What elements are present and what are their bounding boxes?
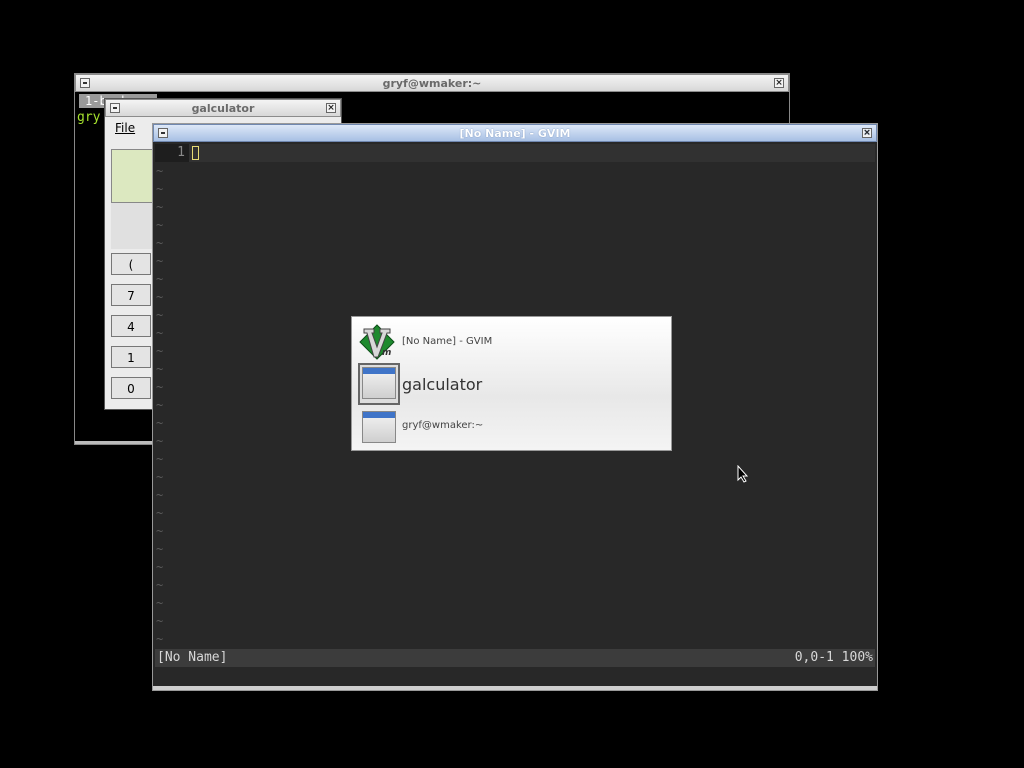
current-line-highlight[interactable]: [155, 144, 875, 162]
calc-button-4[interactable]: 4: [111, 315, 151, 337]
calculator-display: [111, 149, 157, 203]
switcher-label-terminal: gryf@wmaker:~: [402, 420, 484, 431]
minimize-icon[interactable]: [110, 103, 120, 113]
switcher-label-gvim: [No Name] - GVIM: [402, 336, 493, 347]
calc-button-7[interactable]: 7: [111, 284, 151, 306]
line-number: 1: [155, 144, 189, 162]
terminal-title: gryf@wmaker:~: [382, 77, 482, 90]
close-icon[interactable]: ×: [774, 78, 784, 88]
minimize-icon[interactable]: [80, 78, 90, 88]
gvim-title: [No Name] - GVIM: [459, 127, 571, 140]
status-position: 0,0-1 100%: [794, 650, 873, 665]
empty-line-markers: ~ ~ ~ ~ ~ ~ ~ ~ ~ ~ ~ ~ ~ ~ ~ ~ ~ ~ ~ ~ …: [156, 164, 164, 646]
terminal-scrollbar[interactable]: [75, 441, 153, 444]
window-switcher: m [No Name] - GVIM galculator gryf@wmake…: [351, 316, 672, 451]
mouse-pointer-icon: [737, 465, 749, 483]
terminal-prompt: gry: [77, 110, 101, 125]
menu-file[interactable]: File: [115, 121, 135, 135]
text-cursor: [192, 146, 199, 160]
switcher-label-galculator: galculator: [402, 375, 483, 394]
switcher-item-galculator[interactable]: galculator: [358, 363, 665, 407]
status-filename: [No Name]: [157, 650, 228, 665]
gvim-scrollbar[interactable]: [153, 686, 877, 690]
calc-button-1[interactable]: 1: [111, 346, 151, 368]
switcher-item-gvim[interactable]: m [No Name] - GVIM: [358, 323, 665, 363]
gvim-titlebar[interactable]: [No Name] - GVIM ×: [153, 124, 877, 142]
galculator-title: galculator: [191, 102, 255, 115]
close-icon[interactable]: ×: [862, 128, 872, 138]
switcher-item-terminal[interactable]: gryf@wmaker:~: [358, 407, 665, 447]
calc-button-0[interactable]: 0: [111, 377, 151, 399]
calc-button-paren[interactable]: (: [111, 253, 151, 275]
window-icon: [358, 407, 396, 445]
svg-text:m: m: [382, 348, 391, 358]
minimize-icon[interactable]: [158, 128, 168, 138]
window-icon: [358, 363, 396, 401]
vim-icon: m: [359, 324, 395, 360]
close-icon[interactable]: ×: [326, 103, 336, 113]
calculator-panel: [111, 203, 155, 249]
terminal-titlebar[interactable]: gryf@wmaker:~ ×: [75, 74, 789, 92]
vim-statusline: [No Name] 0,0-1 100%: [155, 649, 875, 667]
galculator-titlebar[interactable]: galculator ×: [105, 99, 341, 117]
